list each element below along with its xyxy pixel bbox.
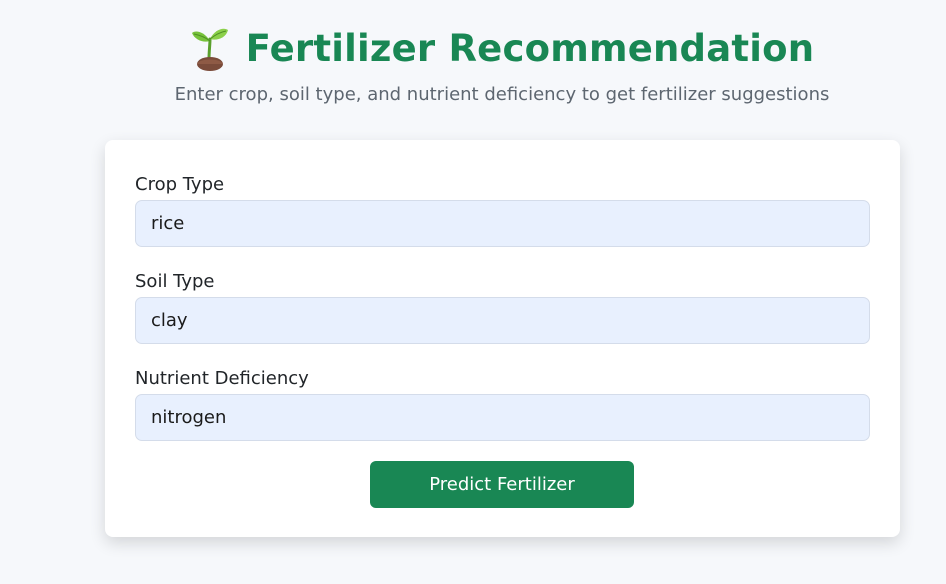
soil-type-input[interactable] [135, 297, 870, 344]
nutrient-deficiency-label: Nutrient Deficiency [135, 368, 309, 389]
page-subtitle: Enter crop, soil type, and nutrient defi… [174, 84, 830, 105]
page-title: Fertilizer Recommendation [245, 26, 815, 70]
crop-type-label: Crop Type [135, 174, 225, 195]
sprout-icon [190, 25, 230, 71]
nutrient-deficiency-input[interactable] [135, 394, 870, 441]
page: Fertilizer Recommendation Enter crop, so… [0, 0, 946, 584]
predict-fertilizer-button[interactable]: Predict Fertilizer [370, 461, 634, 508]
page-header: Fertilizer Recommendation Enter crop, so… [0, 22, 946, 106]
soil-type-label: Soil Type [135, 271, 215, 292]
title-row: Fertilizer Recommendation [0, 22, 946, 74]
crop-type-input[interactable] [135, 200, 870, 247]
fertilizer-form-card: Crop Type Soil Type Nutrient Deficiency … [105, 140, 900, 537]
